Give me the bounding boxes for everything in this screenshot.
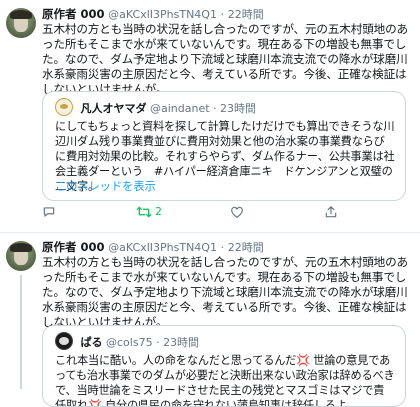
quoted-author-handle: @aindanet: [150, 102, 210, 115]
quoted-avatar: [55, 98, 73, 116]
avatar[interactable]: [6, 8, 36, 38]
quoted-timestamp: 23時間: [220, 102, 257, 115]
quoted-tweet[interactable]: 凡人オヤマダ @aindanet · 23時間 にしてもちょっと資料を探して計算…: [42, 91, 406, 201]
tweet-text: 五木村の方とも当時の状況を話し合ったのですが、元の五木村頭地のあった所もそこまで…: [42, 22, 408, 96]
separator-dot: ·: [156, 336, 160, 349]
quoted-tweet[interactable]: ぱる @cols75 · 23時間 これ本当に酷い。人の命をなんだと思ってるんだ…: [42, 325, 406, 407]
tweet-1[interactable]: 原作者 000 @aKCxlI3PhsTN4Q1 · 22時間 五木村の方とも当…: [0, 0, 420, 226]
author-name[interactable]: 原作者 000: [42, 240, 105, 254]
retweet-icon: [136, 206, 152, 217]
thread-line: [20, 275, 22, 389]
like-icon: [231, 206, 243, 218]
show-thread-link[interactable]: このスレッドを表示: [55, 178, 156, 194]
quoted-timestamp: 23時間: [163, 336, 200, 349]
tweet-text: 五木村の方とも当時の状況を話し合ったのですが、元の五木村頭地のあった所もそこまで…: [42, 255, 408, 329]
quoted-header: ぱる @cols75 · 23時間: [55, 332, 199, 350]
reply-button[interactable]: [42, 204, 56, 219]
quoted-avatar: [55, 332, 73, 350]
reply-icon: [43, 206, 55, 217]
tweet-header: 原作者 000 @aKCxlI3PhsTN4Q1 · 22時間: [42, 6, 264, 22]
quoted-author-name: ぱる: [80, 336, 103, 349]
tweet-header: 原作者 000 @aKCxlI3PhsTN4Q1 · 22時間: [42, 239, 264, 255]
quoted-author-handle: @cols75: [106, 336, 153, 349]
quoted-author-name: 凡人オヤマダ: [80, 102, 147, 115]
share-icon: [325, 205, 337, 217]
share-button[interactable]: [324, 204, 338, 219]
separator-dot: ·: [220, 241, 225, 254]
timestamp[interactable]: 22時間: [228, 241, 264, 254]
timestamp[interactable]: 22時間: [228, 8, 264, 21]
separator-dot: ·: [220, 8, 225, 21]
separator-dot: ·: [213, 102, 217, 115]
author-name[interactable]: 原作者 000: [42, 7, 105, 21]
retweet-button[interactable]: 2: [136, 204, 162, 219]
tweet-2[interactable]: 原作者 000 @aKCxlI3PhsTN4Q1 · 22時間 五木村の方とも当…: [0, 232, 420, 407]
quoted-text: これ本当に酷い。人の命をなんだと思ってるんだ💢 世論の意見であっても治水事業での…: [55, 354, 395, 407]
retweet-count: 2: [155, 205, 162, 218]
quoted-header: 凡人オヤマダ @aindanet · 23時間: [55, 98, 256, 116]
like-button[interactable]: [230, 204, 244, 219]
author-handle[interactable]: @aKCxlI3PhsTN4Q1: [108, 241, 217, 254]
avatar[interactable]: [6, 241, 36, 271]
author-handle[interactable]: @aKCxlI3PhsTN4Q1: [108, 8, 217, 21]
tweet-actions: 2: [42, 204, 414, 220]
